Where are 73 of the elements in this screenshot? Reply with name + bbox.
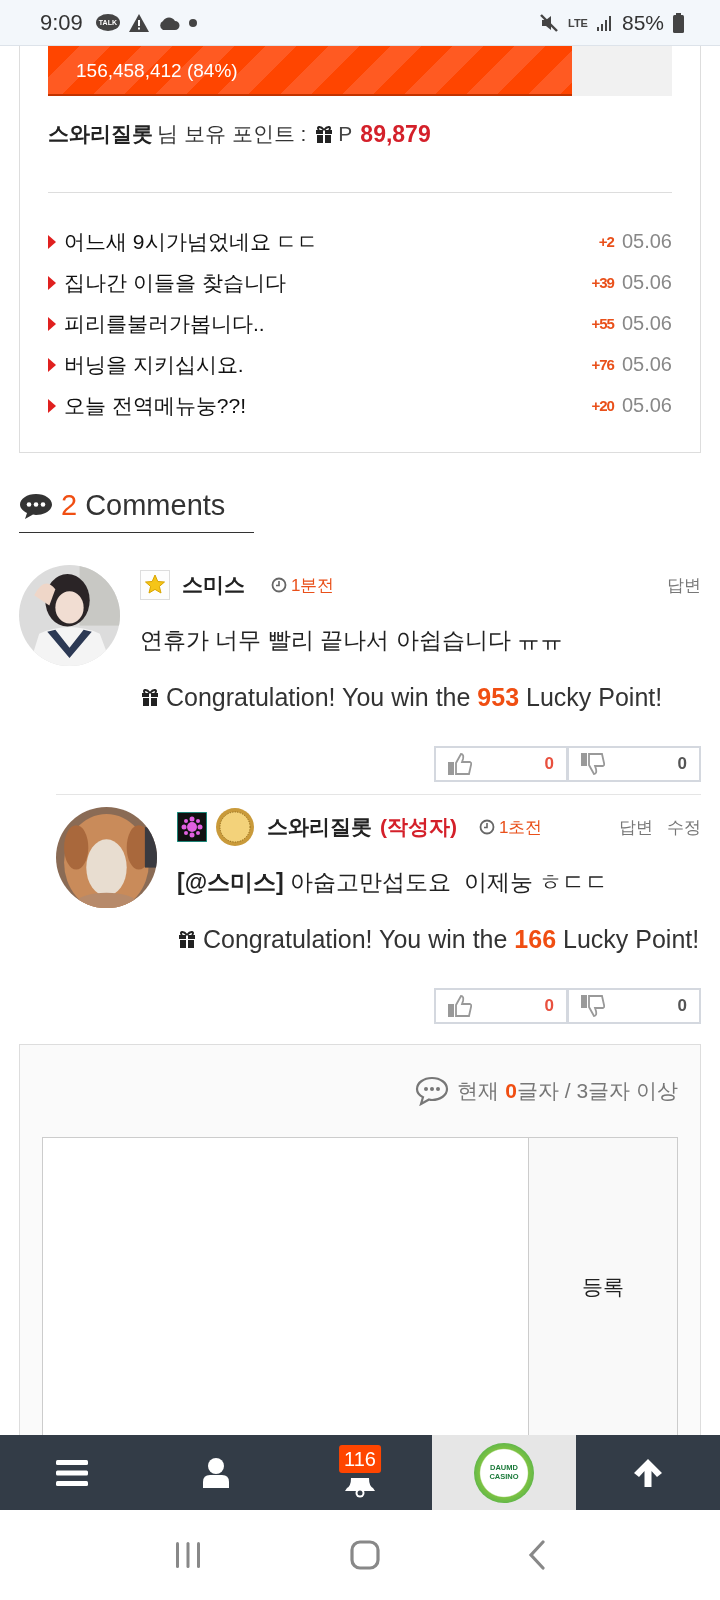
dot-icon — [189, 18, 197, 27]
lucky-point-message: Congratulation! You win the 953 Lucky Point! — [166, 682, 663, 713]
comment-input[interactable] — [43, 1138, 529, 1435]
bullet-icon — [48, 316, 56, 331]
thumbs-down-icon — [581, 753, 605, 775]
signal-icon — [596, 14, 613, 31]
gift-icon — [314, 125, 335, 143]
clock-icon — [479, 819, 495, 835]
bullet-icon — [48, 275, 56, 290]
comment-action-link[interactable]: 답변 — [619, 815, 653, 839]
network-type: LTE — [568, 16, 588, 29]
bullet-icon — [48, 234, 56, 249]
sparkle-level-icon — [177, 812, 207, 842]
home-icon[interactable] — [350, 1540, 380, 1570]
author-tag: (작성자) — [380, 813, 457, 841]
post-points: +2 — [598, 233, 614, 250]
star-level-icon — [140, 570, 170, 600]
like-button[interactable]: 0 — [434, 746, 568, 782]
gift-icon — [177, 930, 197, 948]
post-link[interactable]: 버닝을 지키십시요. — [64, 350, 584, 379]
points-value: 89,879 — [360, 120, 431, 148]
post-points: +39 — [591, 274, 614, 291]
bell-icon[interactable] — [343, 1476, 377, 1498]
post-link[interactable]: 어느새 9시가넘었네요 ㄷㄷ — [64, 227, 591, 256]
dislike-button[interactable]: 0 — [567, 988, 701, 1024]
gift-icon — [140, 688, 160, 706]
clock-time: 9:09 — [40, 9, 83, 36]
speech-bubble-icon — [415, 1076, 450, 1106]
post-date: 05.06 — [621, 353, 672, 376]
comment-count: 2 — [61, 489, 78, 522]
comment-action-link[interactable]: 답변 — [667, 573, 701, 597]
recent-apps-icon[interactable] — [174, 1541, 202, 1569]
comment-time: 1초전 — [499, 816, 543, 839]
currency-symbol: P — [338, 122, 353, 146]
post-date: 05.06 — [621, 271, 672, 294]
post-points: +55 — [591, 315, 614, 332]
author-name[interactable]: 스미스 — [182, 571, 245, 599]
progress-label: 156,458,412 (84%) — [76, 60, 238, 82]
comments-heading: Comments — [85, 489, 226, 522]
post-link[interactable]: 오늘 전역메뉴눙??! — [64, 391, 584, 420]
comment-text: 연휴가 너무 빨리 끝나서 아쉽습니다 ㅠㅠ — [140, 626, 564, 655]
comments-icon — [19, 491, 53, 520]
lucky-point-message: Congratulation! You win the 166 Lucky Point! — [203, 924, 700, 955]
post-date: 05.06 — [621, 394, 672, 417]
back-icon[interactable] — [528, 1540, 546, 1570]
thumbs-up-icon — [448, 995, 472, 1017]
coin-icon — [215, 807, 255, 847]
bullet-icon — [48, 357, 56, 372]
mute-icon — [539, 12, 559, 33]
post-date: 05.06 — [621, 312, 672, 335]
user-name: 스와리질롯 — [48, 121, 153, 147]
battery-percent: 85% — [621, 10, 664, 35]
post-link[interactable]: 집나간 이들을 찾습니다 — [64, 268, 584, 297]
bullet-icon — [48, 398, 56, 413]
post-link[interactable]: 피리를불러가봅니다.. — [64, 309, 584, 338]
thumbs-up-icon — [448, 753, 472, 775]
warning-icon — [129, 13, 149, 32]
comment-action-link[interactable]: 수정 — [667, 815, 701, 839]
post-points: +20 — [591, 397, 614, 414]
cloud-icon — [158, 15, 180, 30]
notification-badge: 116 — [339, 1445, 381, 1473]
post-points: +76 — [591, 356, 614, 373]
battery-icon — [673, 12, 684, 33]
clock-icon — [271, 577, 287, 593]
thumbs-down-icon — [581, 995, 605, 1017]
author-name[interactable]: 스와리질롯 — [267, 813, 372, 841]
comment-time: 1분전 — [291, 574, 335, 597]
like-button[interactable]: 0 — [434, 988, 568, 1024]
character-counter: 현재 0글자 / 3글자 이상 — [457, 1078, 678, 1104]
points-label: 님 보유 포인트 : — [157, 121, 307, 147]
comment-text: [@스미스] 아숩고만섭도요 이제눙 ㅎㄷㄷ — [177, 868, 610, 897]
dislike-button[interactable]: 0 — [567, 746, 701, 782]
post-date: 05.06 — [621, 230, 672, 253]
